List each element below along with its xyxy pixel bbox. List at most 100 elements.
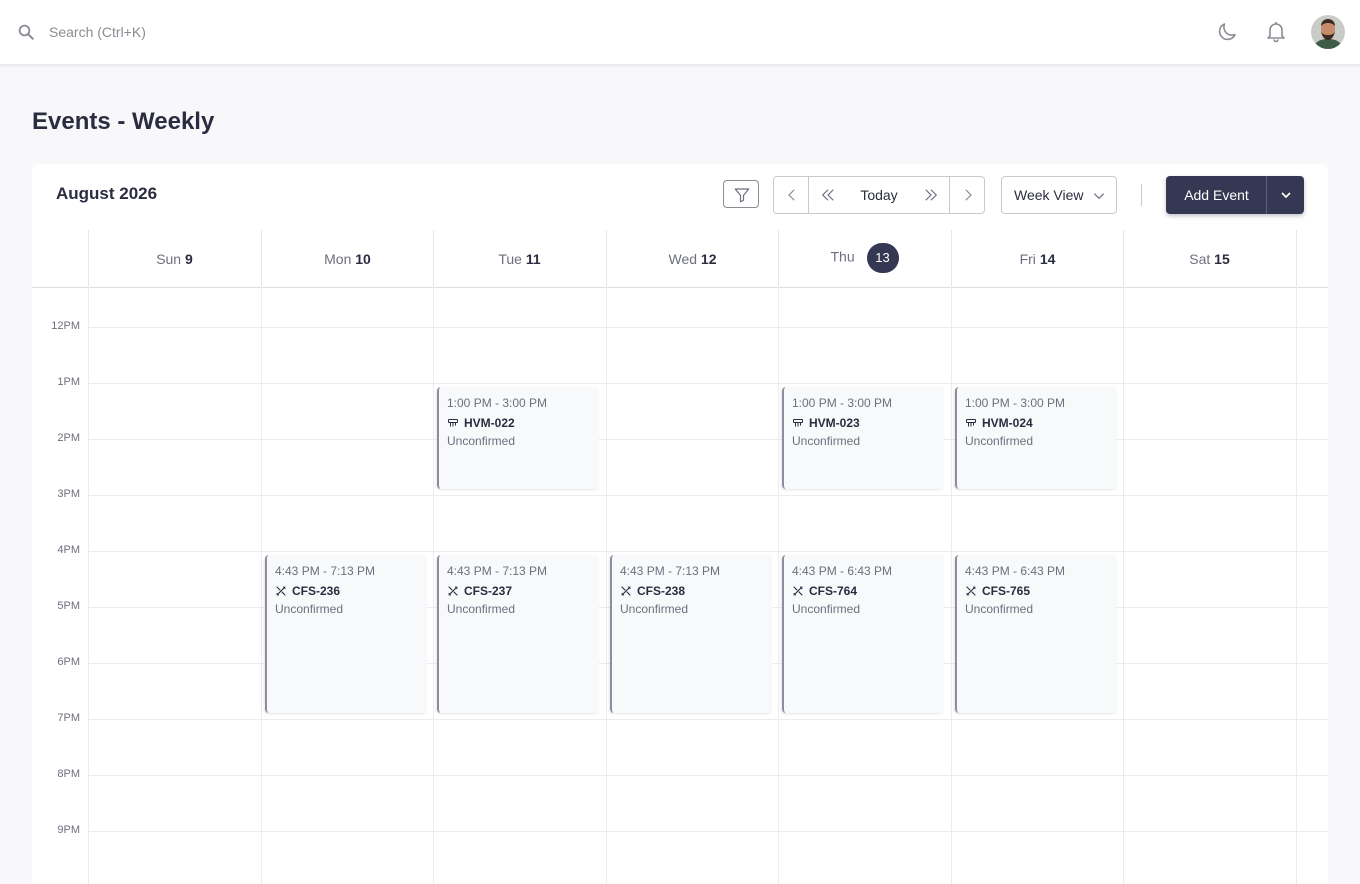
header-divider (32, 287, 1328, 288)
event-status: Unconfirmed (447, 434, 516, 448)
event-time: 4:43 PM - 6:43 PM (792, 564, 893, 578)
event-card[interactable]: 4:43 PM - 7:13 PM CFS-238 Unconfirmed (610, 555, 772, 713)
day-label: Thu 13 (779, 243, 950, 273)
day-number: 10 (355, 251, 371, 267)
add-event-split-button: Add Event (1166, 176, 1304, 214)
day-number: 9 (185, 251, 193, 267)
day-number: 12 (700, 251, 717, 267)
tools-icon (447, 582, 464, 599)
hour-line (88, 719, 1328, 720)
tools-icon (275, 582, 292, 599)
chevron-left-icon (788, 189, 795, 201)
today-button[interactable]: Today (846, 187, 912, 203)
event-status: Unconfirmed (447, 602, 516, 616)
hour-line (88, 551, 1328, 552)
day-name: Sat (1189, 251, 1215, 267)
chevrons-right-icon (925, 189, 938, 201)
vacuum-icon (447, 414, 464, 431)
column-divider (261, 287, 262, 884)
event-title-row: HVM-023 (792, 415, 936, 431)
next-button[interactable] (949, 177, 984, 213)
column-divider (1123, 287, 1124, 884)
event-title: HVM-023 (809, 416, 860, 430)
event-title: CFS-237 (464, 584, 513, 598)
hour-label: 12PM (51, 320, 80, 332)
search-input[interactable]: Search (Ctrl+K) (49, 24, 146, 40)
tools-icon (792, 582, 809, 599)
day-header-fri: Fri 14 (951, 230, 1123, 287)
moon-icon[interactable] (1215, 20, 1239, 44)
day-name: Fri (1019, 251, 1040, 267)
event-status: Unconfirmed (965, 434, 1034, 448)
event-title: CFS-764 (809, 584, 858, 598)
chevron-down-icon (1093, 193, 1105, 200)
add-event-dropdown-button[interactable] (1267, 176, 1304, 214)
event-title-row: CFS-765 (965, 583, 1109, 599)
hour-label: 8PM (57, 768, 80, 780)
next-fast-button[interactable] (913, 177, 948, 213)
day-name: Sun (156, 251, 185, 267)
add-event-button[interactable]: Add Event (1166, 176, 1267, 214)
day-label: Sat 15 (1124, 251, 1295, 267)
chevron-right-icon (965, 189, 972, 201)
event-card[interactable]: 4:43 PM - 7:13 PM CFS-236 Unconfirmed (265, 555, 427, 713)
vacuum-icon (965, 414, 982, 431)
day-header-sun: Sun 9 (88, 230, 260, 287)
hour-label: 1PM (57, 376, 80, 388)
event-time: 4:43 PM - 7:13 PM (275, 564, 376, 578)
previous-fast-button[interactable] (810, 177, 845, 213)
view-select[interactable]: Week View (1001, 176, 1117, 214)
hour-label: 7PM (57, 712, 80, 724)
search-icon[interactable] (17, 23, 35, 41)
event-card[interactable]: 4:43 PM - 6:43 PM CFS-765 Unconfirmed (955, 555, 1117, 713)
day-label: Sun 9 (89, 251, 260, 267)
week-grid: Sun 9 Mon 10 Tue 11 Wed 12 Thu 13 Fri 14 Sat 1… (32, 230, 1328, 884)
day-header-tue: Tue 11 (433, 230, 605, 287)
event-card[interactable]: 4:43 PM - 6:43 PM CFS-764 Unconfirmed (782, 555, 944, 713)
hour-label: 2PM (57, 432, 80, 444)
event-status: Unconfirmed (620, 602, 689, 616)
event-card[interactable]: 4:43 PM - 7:13 PM CFS-237 Unconfirmed (437, 555, 599, 713)
hour-label: 4PM (57, 544, 80, 556)
view-select-value: Week View (1014, 187, 1084, 203)
event-time: 1:00 PM - 3:00 PM (965, 396, 1066, 410)
hour-line (88, 831, 1328, 832)
calendar-card: August 2026 Today Week View Add Event Su… (32, 164, 1328, 884)
event-time: 1:00 PM - 3:00 PM (447, 396, 548, 410)
event-title: CFS-765 (982, 584, 1031, 598)
event-card[interactable]: 1:00 PM - 3:00 PM HVM-022 Unconfirmed (437, 387, 599, 489)
day-header-overflow (1296, 230, 1328, 287)
day-label: Mon 10 (262, 251, 433, 267)
event-title: HVM-024 (982, 416, 1033, 430)
day-header-wed: Wed 12 (606, 230, 778, 287)
event-title: CFS-236 (292, 584, 341, 598)
event-title: CFS-238 (637, 584, 686, 598)
event-status: Unconfirmed (792, 602, 861, 616)
event-title-row: CFS-236 (275, 583, 419, 599)
event-title-row: CFS-238 (620, 583, 764, 599)
event-time: 1:00 PM - 3:00 PM (792, 396, 893, 410)
day-header-thu: Thu 13 (778, 230, 950, 287)
event-title-row: HVM-024 (965, 415, 1109, 431)
event-title-row: HVM-022 (447, 415, 591, 431)
top-bar: Search (Ctrl+K) (0, 0, 1360, 64)
hour-label: 3PM (57, 488, 80, 500)
day-name: Wed (668, 251, 701, 267)
event-title-row: CFS-764 (792, 583, 936, 599)
bell-icon[interactable] (1264, 19, 1288, 43)
vacuum-icon (792, 414, 809, 431)
day-label: Tue 11 (434, 251, 605, 267)
day-number: 15 (1214, 251, 1230, 267)
event-card[interactable]: 1:00 PM - 3:00 PM HVM-024 Unconfirmed (955, 387, 1117, 489)
tools-icon (965, 582, 982, 599)
avatar[interactable] (1311, 15, 1345, 49)
hour-label: 9PM (57, 824, 80, 836)
day-header-mon: Mon 10 (261, 230, 433, 287)
event-card[interactable]: 1:00 PM - 3:00 PM HVM-023 Unconfirmed (782, 387, 944, 489)
filter-button[interactable] (723, 180, 759, 208)
month-title: August 2026 (56, 184, 158, 203)
hour-label: 5PM (57, 600, 80, 612)
previous-button[interactable] (774, 177, 809, 213)
column-divider (88, 287, 89, 884)
day-name: Mon (324, 251, 356, 267)
